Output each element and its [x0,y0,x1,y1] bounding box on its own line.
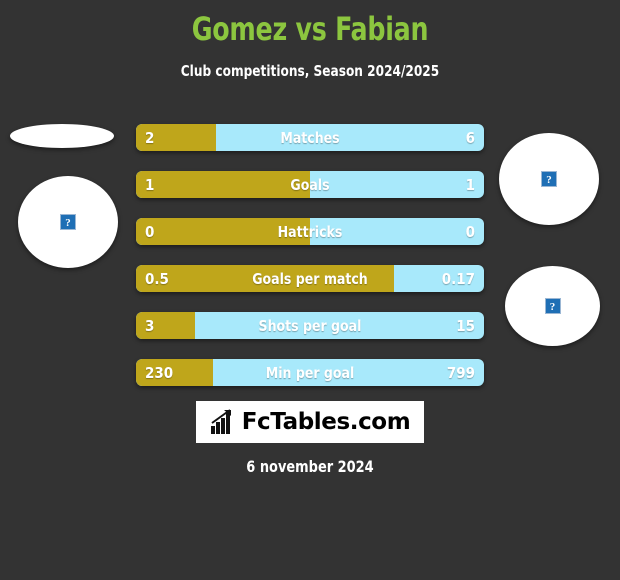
stat-label: Hattricks [277,223,343,241]
player-photo-right-main: ? [499,133,599,225]
stat-row-matches: 2 Matches 6 [136,124,484,151]
page-subtitle: Club competitions, Season 2024/2025 [180,62,440,80]
fctables-logo[interactable]: FcTables.com [196,401,424,443]
stat-row-shots-per-goal: 3 Shots per goal 15 [136,312,484,339]
page-title: Gomez vs Fabian [191,10,429,48]
stat-label: Shots per goal [258,317,362,335]
comparison-infographic: Gomez vs Fabian Club competitions, Seaso… [0,0,620,580]
away-value: 0 [465,223,475,241]
chart-date: 6 november 2024 [246,457,374,476]
stat-row-goals: 1 Goals 1 [136,171,484,198]
away-value: 799 [446,364,475,382]
away-value: 0.17 [441,270,475,288]
player-photo-left-main: ? [18,176,118,268]
stat-comparison-bars: 2 Matches 6 1 Goals 1 0 Hattricks 0 0.5 … [136,124,484,406]
stat-label: Matches [280,129,340,147]
bar-chart-arrow-icon [210,409,231,434]
fctables-logo-text: FcTables.com [241,409,411,435]
broken-image-icon: ? [544,298,561,314]
broken-image-icon: ? [541,171,557,187]
player-photo-right-bottom: ? [505,266,600,346]
away-value: 15 [456,317,475,335]
stat-row-min-per-goal: 230 Min per goal 799 [136,359,484,386]
stat-label: Goals [290,176,330,194]
stat-label: Min per goal [265,364,355,382]
player-photo-left-top [10,124,114,148]
away-value: 1 [465,176,475,194]
stat-label: Goals per match [252,270,368,288]
stat-row-hattricks: 0 Hattricks 0 [136,218,484,245]
away-value: 6 [465,129,475,147]
broken-image-icon: ? [60,214,76,230]
stat-row-goals-per-match: 0.5 Goals per match 0.17 [136,265,484,292]
